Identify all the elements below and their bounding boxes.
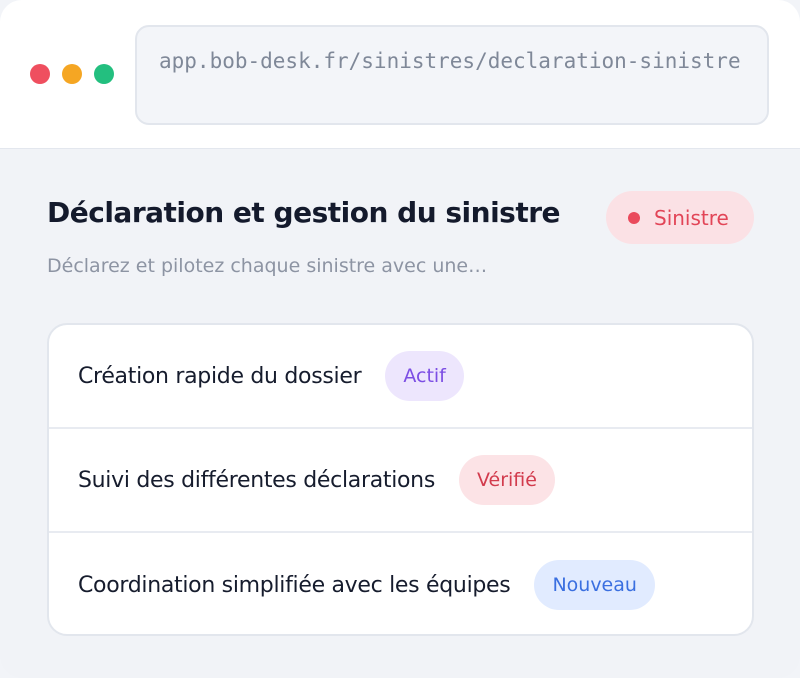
status-badge: Actif: [385, 351, 464, 401]
page-subtitle: Déclarez et pilotez chaque sinistre avec…: [47, 255, 488, 277]
feature-row: Création rapide du dossier Actif: [49, 325, 752, 429]
page-title: Déclaration et gestion du sinistre: [47, 196, 561, 229]
category-badge: Sinistre: [606, 191, 754, 244]
feature-row: Coordination simplifiée avec les équipes…: [49, 533, 752, 634]
feature-label: Suivi des différentes déclarations: [78, 467, 435, 493]
status-badge: Vérifié: [458, 455, 555, 505]
maximize-window-dot-icon[interactable]: [94, 64, 114, 84]
category-badge-label: Sinistre: [654, 205, 729, 230]
status-badge: Nouveau: [534, 560, 655, 610]
feature-row: Suivi des différentes déclarations Vérif…: [49, 429, 752, 533]
status-dot-icon: [628, 211, 640, 224]
browser-toolbar: app.bob-desk.fr/sinistres/declaration-si…: [0, 0, 800, 149]
browser-window: app.bob-desk.fr/sinistres/declaration-si…: [0, 0, 800, 678]
feature-label: Création rapide du dossier: [78, 363, 362, 389]
minimize-window-dot-icon[interactable]: [62, 64, 82, 84]
features-card: Création rapide du dossier Actif Suivi d…: [47, 323, 754, 636]
close-window-dot-icon[interactable]: [30, 64, 50, 84]
address-bar[interactable]: app.bob-desk.fr/sinistres/declaration-si…: [135, 25, 769, 125]
feature-label: Coordination simplifiée avec les équipes: [78, 572, 511, 598]
